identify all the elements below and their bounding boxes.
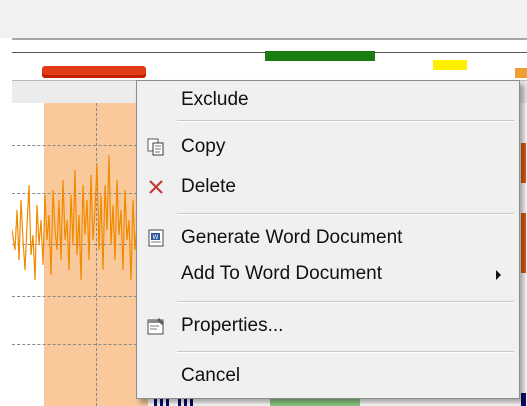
delete-x-icon — [146, 177, 166, 197]
event-marker-yellow[interactable] — [433, 60, 467, 70]
event-marker-green[interactable] — [265, 51, 375, 61]
toolbar-area — [0, 0, 527, 38]
signal-trace — [12, 154, 142, 281]
menu-item-label: Delete — [181, 176, 236, 197]
menu-item-label: Copy — [181, 136, 226, 157]
context-menu: Exclude Copy Delete W Generate Word Docu… — [136, 80, 520, 399]
menu-item-generate-word-document[interactable]: W Generate Word Document — [137, 221, 519, 255]
properties-icon — [146, 316, 166, 336]
word-document-icon: W — [146, 228, 166, 248]
gridline — [12, 344, 142, 345]
menu-item-exclude[interactable]: Exclude — [137, 83, 519, 117]
menu-separator — [177, 351, 514, 353]
menu-separator — [177, 120, 514, 122]
toolbar-divider — [12, 38, 527, 40]
menu-item-cancel[interactable]: Cancel — [137, 359, 519, 393]
menu-item-label: Generate Word Document — [181, 227, 403, 248]
event-marker-red[interactable] — [42, 66, 146, 78]
svg-text:W: W — [153, 234, 159, 241]
copy-icon — [146, 137, 166, 157]
right-edge-markers — [521, 143, 526, 406]
menu-item-delete[interactable]: Delete — [137, 170, 519, 204]
menu-item-label: Exclude — [181, 89, 249, 110]
menu-item-properties[interactable]: Properties... — [137, 309, 519, 343]
submenu-arrow-icon — [496, 270, 501, 280]
menu-item-label: Properties... — [181, 315, 284, 336]
menu-item-copy[interactable]: Copy — [137, 130, 519, 164]
menu-separator — [177, 301, 514, 303]
event-marker-orange[interactable] — [515, 68, 527, 78]
menu-item-label: Add To Word Document — [181, 263, 383, 284]
menu-item-add-to-word-document[interactable]: Add To Word Document — [137, 257, 519, 291]
menu-separator — [177, 213, 514, 215]
menu-item-label: Cancel — [181, 365, 241, 386]
